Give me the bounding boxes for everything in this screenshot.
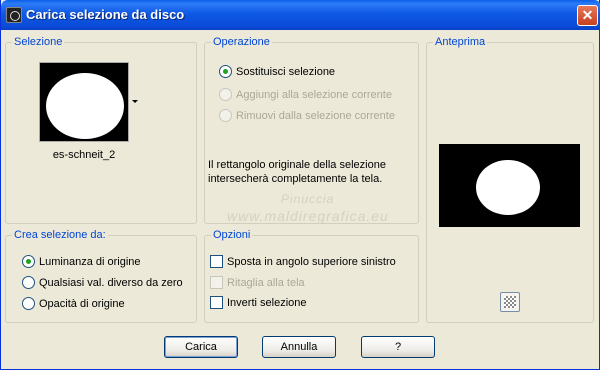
close-icon: ✕ <box>581 7 594 23</box>
radio-label: Aggiungi alla selezione corrente <box>236 89 392 101</box>
radio-button[interactable] <box>22 297 35 310</box>
preview-ellipse <box>476 160 540 215</box>
help-button[interactable]: ? <box>361 336 435 358</box>
info-line-1: Il rettangolo originale della selezione <box>208 159 386 171</box>
radio-label: Rimuovi dalla selezione corrente <box>236 110 395 122</box>
selection-file-name: es-schneit_2 <box>52 149 116 161</box>
window-title: Carica selezione da disco <box>26 7 185 22</box>
checkbox-label: Sposta in angolo superiore sinistro <box>227 256 396 268</box>
preview-canvas <box>439 144 580 227</box>
info-line-2: intersecherà completamente la tela. <box>208 173 383 185</box>
annulla-button[interactable]: Annulla <box>262 336 336 358</box>
radio-label: Sostituisci selezione <box>236 66 336 78</box>
checker-icon[interactable] <box>500 292 520 312</box>
thumbnail-ellipse <box>46 73 124 139</box>
watermark-name: Pinuccia <box>281 192 335 206</box>
opzioni-legend: Opzioni <box>211 229 253 241</box>
watermark-url: www.maldiregrafica.eu <box>227 208 389 224</box>
radio-label: Luminanza di origine <box>39 256 141 268</box>
close-button[interactable]: ✕ <box>577 5 598 26</box>
radio-button[interactable] <box>219 65 232 78</box>
title-bar[interactable]: Carica selezione da disco ✕ <box>1 0 600 30</box>
anteprima-legend: Anteprima <box>433 36 488 48</box>
checkbox <box>210 276 223 289</box>
carica-button[interactable]: Carica <box>164 336 238 358</box>
selection-thumbnail[interactable] <box>39 62 129 142</box>
checkbox-label: Inverti selezione <box>227 297 307 309</box>
operazione-legend: Operazione <box>211 36 272 48</box>
radio-label: Opacità di origine <box>39 298 125 310</box>
checkbox[interactable] <box>210 255 223 268</box>
radio-button <box>219 88 232 101</box>
info-message: Il rettangolo originale della selezione … <box>208 158 413 186</box>
app-icon <box>6 7 22 23</box>
chevron-down-icon[interactable] <box>132 100 138 103</box>
dialog-window: Carica selezione da disco ✕ Selezione es… <box>0 0 600 370</box>
checkbox-label: Ritaglia alla tela <box>227 277 305 289</box>
radio-label: Qualsiasi val. diverso da zero <box>39 277 183 289</box>
radio-button[interactable] <box>22 276 35 289</box>
crea-selezione-legend: Crea selezione da: <box>12 229 108 241</box>
radio-button <box>219 109 232 122</box>
radio-button[interactable] <box>22 255 35 268</box>
selezione-legend: Selezione <box>12 36 65 48</box>
checkbox[interactable] <box>210 296 223 309</box>
